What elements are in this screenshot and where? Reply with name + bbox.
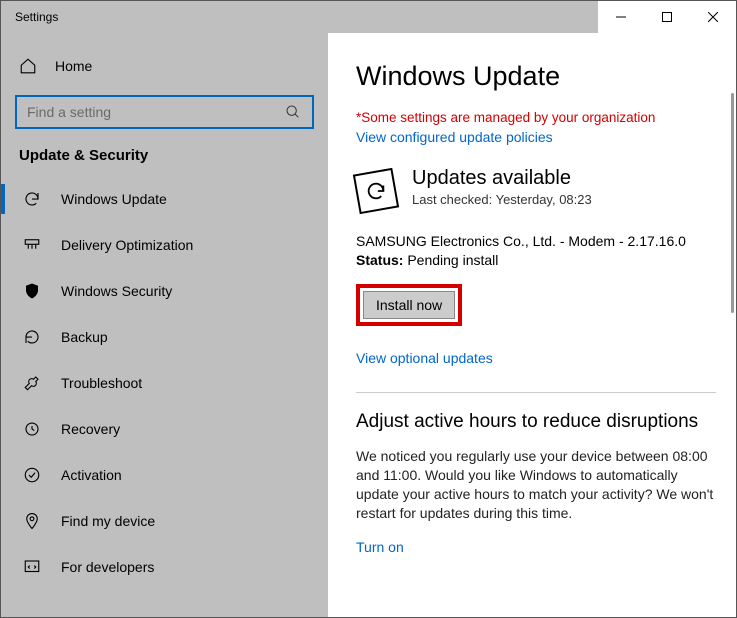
update-icon (353, 168, 399, 214)
search-input[interactable] (27, 104, 284, 120)
install-highlight-box: Install now (356, 284, 462, 326)
sidebar-item-label: Recovery (61, 421, 120, 437)
page-title: Windows Update (356, 61, 716, 92)
maximize-button[interactable] (644, 1, 690, 33)
search-box[interactable] (15, 95, 314, 129)
last-checked-text: Last checked: Yesterday, 08:23 (412, 192, 592, 207)
policy-warning: *Some settings are managed by your organ… (356, 110, 716, 125)
sidebar-item-troubleshoot[interactable]: Troubleshoot (1, 360, 328, 406)
close-button[interactable] (690, 1, 736, 33)
scrollbar[interactable] (731, 93, 734, 313)
active-hours-heading: Adjust active hours to reduce disruption… (356, 411, 716, 433)
sidebar-item-label: Activation (61, 467, 122, 483)
status-value: Pending install (407, 252, 498, 268)
sidebar-item-windows-update[interactable]: Windows Update (1, 176, 328, 222)
divider (356, 392, 716, 393)
sidebar-item-label: Windows Update (61, 191, 167, 207)
active-hours-body: We noticed you regularly use your device… (356, 447, 716, 523)
policy-link[interactable]: View configured update policies (356, 129, 716, 145)
sidebar-item-activation[interactable]: Activation (1, 452, 328, 498)
wrench-icon (23, 374, 41, 392)
search-icon (284, 103, 302, 121)
sidebar-item-label: Troubleshoot (61, 375, 142, 391)
sidebar-item-label: For developers (61, 559, 154, 575)
shield-icon (23, 282, 41, 300)
minimize-button[interactable] (598, 1, 644, 33)
sidebar: Home Update & Security Windows Update De… (1, 33, 328, 617)
titlebar: Settings (1, 1, 736, 33)
sync-icon (23, 190, 41, 208)
sidebar-item-recovery[interactable]: Recovery (1, 406, 328, 452)
home-label: Home (55, 58, 92, 74)
window-title: Settings (1, 1, 598, 33)
sidebar-item-label: Windows Security (61, 283, 172, 299)
backup-icon (23, 328, 41, 346)
install-now-button[interactable]: Install now (363, 291, 455, 319)
turn-on-link[interactable]: Turn on (356, 539, 716, 555)
location-icon (23, 512, 41, 530)
home-icon (19, 57, 37, 75)
delivery-icon (23, 236, 41, 254)
update-item-name: SAMSUNG Electronics Co., Ltd. - Modem - … (356, 233, 716, 249)
recovery-icon (23, 420, 41, 438)
main-content: Windows Update *Some settings are manage… (328, 33, 736, 617)
sidebar-item-label: Backup (61, 329, 108, 345)
sidebar-item-for-developers[interactable]: For developers (1, 544, 328, 590)
activation-icon (23, 466, 41, 484)
updates-available-title: Updates available (412, 167, 592, 190)
window-controls (598, 1, 736, 33)
sidebar-item-label: Delivery Optimization (61, 237, 193, 253)
sidebar-item-delivery-optimization[interactable]: Delivery Optimization (1, 222, 328, 268)
code-icon (23, 558, 41, 576)
update-status: Status: Pending install (356, 252, 716, 268)
sidebar-item-label: Find my device (61, 513, 155, 529)
home-nav[interactable]: Home (1, 47, 328, 85)
view-optional-updates-link[interactable]: View optional updates (356, 350, 716, 366)
sidebar-item-backup[interactable]: Backup (1, 314, 328, 360)
sidebar-item-find-my-device[interactable]: Find my device (1, 498, 328, 544)
sidebar-item-windows-security[interactable]: Windows Security (1, 268, 328, 314)
sidebar-category: Update & Security (1, 147, 328, 172)
status-label: Status: (356, 252, 403, 268)
